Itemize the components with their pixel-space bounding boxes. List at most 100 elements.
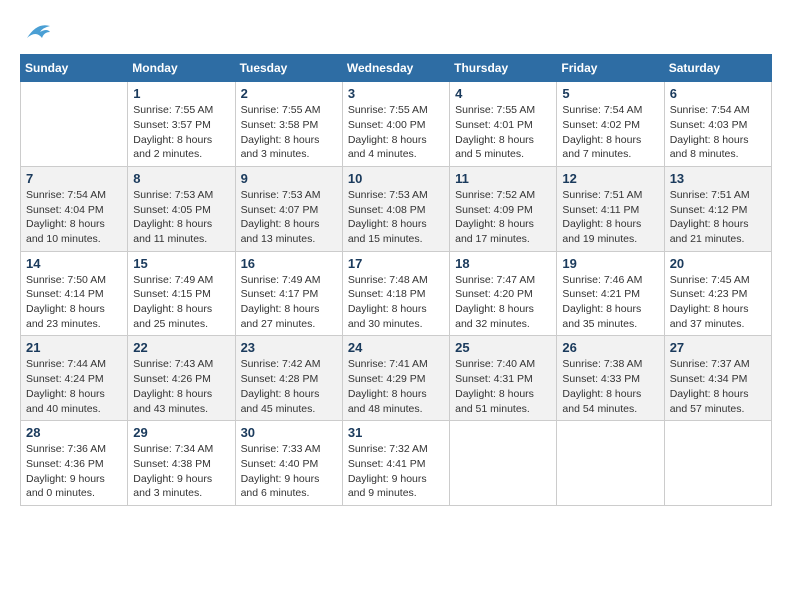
day-number: 9 — [241, 171, 337, 186]
weekday-header: Friday — [557, 55, 664, 82]
day-info: Sunrise: 7:51 AM Sunset: 4:11 PM Dayligh… — [562, 188, 658, 247]
calendar-cell: 6 Sunrise: 7:54 AM Sunset: 4:03 PM Daylig… — [664, 82, 771, 167]
day-number: 31 — [348, 425, 444, 440]
calendar-cell: 16Sunrise: 7:49 AM Sunset: 4:17 PM Dayli… — [235, 251, 342, 336]
day-info: Sunrise: 7:38 AM Sunset: 4:33 PM Dayligh… — [562, 357, 658, 416]
day-number: 5 — [562, 86, 658, 101]
day-number: 1 — [133, 86, 229, 101]
calendar-cell: 23Sunrise: 7:42 AM Sunset: 4:28 PM Dayli… — [235, 336, 342, 421]
day-number: 15 — [133, 256, 229, 271]
day-info: Sunrise: 7:44 AM Sunset: 4:24 PM Dayligh… — [26, 357, 122, 416]
calendar-week-row: 28 Sunrise: 7:36 AM Sunset: 4:36 PM Dayli… — [21, 421, 772, 506]
day-number: 17 — [348, 256, 444, 271]
day-number: 19 — [562, 256, 658, 271]
day-info: Sunrise: 7:43 AM Sunset: 4:26 PM Dayligh… — [133, 357, 229, 416]
day-number: 24 — [348, 340, 444, 355]
calendar-cell: 12 Sunrise: 7:51 AM Sunset: 4:11 PM Dayli… — [557, 166, 664, 251]
calendar-cell — [21, 82, 128, 167]
calendar-cell: 19 Sunrise: 7:46 AM Sunset: 4:21 PM Dayli… — [557, 251, 664, 336]
calendar-cell — [450, 421, 557, 506]
day-info: Sunrise: 7:36 AM Sunset: 4:36 PM Dayligh… — [26, 442, 122, 501]
day-number: 25 — [455, 340, 551, 355]
day-number: 26 — [562, 340, 658, 355]
day-info: Sunrise: 7:37 AM Sunset: 4:34 PM Dayligh… — [670, 357, 766, 416]
calendar-cell: 2 Sunrise: 7:55 AM Sunset: 3:58 PM Daylig… — [235, 82, 342, 167]
day-info: Sunrise: 7:54 AM Sunset: 4:04 PM Dayligh… — [26, 188, 122, 247]
calendar-cell — [557, 421, 664, 506]
day-number: 28 — [26, 425, 122, 440]
calendar-cell: 5 Sunrise: 7:54 AM Sunset: 4:02 PM Daylig… — [557, 82, 664, 167]
weekday-header: Saturday — [664, 55, 771, 82]
day-number: 2 — [241, 86, 337, 101]
weekday-header: Monday — [128, 55, 235, 82]
calendar-cell: 3Sunrise: 7:55 AM Sunset: 4:00 PM Daylig… — [342, 82, 449, 167]
calendar-cell — [664, 421, 771, 506]
calendar-week-row: 1 Sunrise: 7:55 AM Sunset: 3:57 PM Daylig… — [21, 82, 772, 167]
calendar-cell: 21 Sunrise: 7:44 AM Sunset: 4:24 PM Dayli… — [21, 336, 128, 421]
day-info: Sunrise: 7:54 AM Sunset: 4:03 PM Dayligh… — [670, 103, 766, 162]
calendar-header-row: SundayMondayTuesdayWednesdayThursdayFrid… — [21, 55, 772, 82]
day-info: Sunrise: 7:33 AM Sunset: 4:40 PM Dayligh… — [241, 442, 337, 501]
day-number: 4 — [455, 86, 551, 101]
day-number: 12 — [562, 171, 658, 186]
day-info: Sunrise: 7:55 AM Sunset: 4:00 PM Dayligh… — [348, 103, 444, 162]
day-info: Sunrise: 7:40 AM Sunset: 4:31 PM Dayligh… — [455, 357, 551, 416]
day-number: 16 — [241, 256, 337, 271]
day-number: 14 — [26, 256, 122, 271]
calendar-cell: 11 Sunrise: 7:52 AM Sunset: 4:09 PM Dayli… — [450, 166, 557, 251]
day-number: 20 — [670, 256, 766, 271]
calendar-cell: 22 Sunrise: 7:43 AM Sunset: 4:26 PM Dayli… — [128, 336, 235, 421]
calendar-week-row: 14 Sunrise: 7:50 AM Sunset: 4:14 PM Dayli… — [21, 251, 772, 336]
calendar-cell: 27 Sunrise: 7:37 AM Sunset: 4:34 PM Dayli… — [664, 336, 771, 421]
calendar-cell: 17 Sunrise: 7:48 AM Sunset: 4:18 PM Dayli… — [342, 251, 449, 336]
logo — [20, 20, 52, 44]
day-number: 6 — [670, 86, 766, 101]
day-number: 7 — [26, 171, 122, 186]
day-info: Sunrise: 7:52 AM Sunset: 4:09 PM Dayligh… — [455, 188, 551, 247]
day-number: 29 — [133, 425, 229, 440]
calendar-cell: 24 Sunrise: 7:41 AM Sunset: 4:29 PM Dayli… — [342, 336, 449, 421]
day-number: 18 — [455, 256, 551, 271]
calendar-cell: 25 Sunrise: 7:40 AM Sunset: 4:31 PM Dayli… — [450, 336, 557, 421]
calendar-cell: 14 Sunrise: 7:50 AM Sunset: 4:14 PM Dayli… — [21, 251, 128, 336]
calendar-cell: 29 Sunrise: 7:34 AM Sunset: 4:38 PM Dayli… — [128, 421, 235, 506]
day-number: 11 — [455, 171, 551, 186]
calendar-cell: 8Sunrise: 7:53 AM Sunset: 4:05 PM Daylig… — [128, 166, 235, 251]
day-info: Sunrise: 7:55 AM Sunset: 4:01 PM Dayligh… — [455, 103, 551, 162]
day-info: Sunrise: 7:55 AM Sunset: 3:58 PM Dayligh… — [241, 103, 337, 162]
day-number: 22 — [133, 340, 229, 355]
day-number: 13 — [670, 171, 766, 186]
day-info: Sunrise: 7:34 AM Sunset: 4:38 PM Dayligh… — [133, 442, 229, 501]
day-info: Sunrise: 7:48 AM Sunset: 4:18 PM Dayligh… — [348, 273, 444, 332]
day-number: 27 — [670, 340, 766, 355]
day-info: Sunrise: 7:53 AM Sunset: 4:07 PM Dayligh… — [241, 188, 337, 247]
day-number: 8 — [133, 171, 229, 186]
calendar-cell: 28 Sunrise: 7:36 AM Sunset: 4:36 PM Dayli… — [21, 421, 128, 506]
day-info: Sunrise: 7:54 AM Sunset: 4:02 PM Dayligh… — [562, 103, 658, 162]
day-info: Sunrise: 7:45 AM Sunset: 4:23 PM Dayligh… — [670, 273, 766, 332]
calendar-cell: 31 Sunrise: 7:32 AM Sunset: 4:41 PM Dayli… — [342, 421, 449, 506]
calendar-table: SundayMondayTuesdayWednesdayThursdayFrid… — [20, 54, 772, 506]
day-info: Sunrise: 7:50 AM Sunset: 4:14 PM Dayligh… — [26, 273, 122, 332]
calendar-cell: 15 Sunrise: 7:49 AM Sunset: 4:15 PM Dayli… — [128, 251, 235, 336]
day-info: Sunrise: 7:32 AM Sunset: 4:41 PM Dayligh… — [348, 442, 444, 501]
calendar-cell: 10Sunrise: 7:53 AM Sunset: 4:08 PM Dayli… — [342, 166, 449, 251]
calendar-cell: 7 Sunrise: 7:54 AM Sunset: 4:04 PM Daylig… — [21, 166, 128, 251]
day-info: Sunrise: 7:47 AM Sunset: 4:20 PM Dayligh… — [455, 273, 551, 332]
calendar-cell: 13Sunrise: 7:51 AM Sunset: 4:12 PM Dayli… — [664, 166, 771, 251]
day-number: 10 — [348, 171, 444, 186]
day-info: Sunrise: 7:55 AM Sunset: 3:57 PM Dayligh… — [133, 103, 229, 162]
day-number: 30 — [241, 425, 337, 440]
calendar-cell: 26 Sunrise: 7:38 AM Sunset: 4:33 PM Dayli… — [557, 336, 664, 421]
calendar-week-row: 21 Sunrise: 7:44 AM Sunset: 4:24 PM Dayli… — [21, 336, 772, 421]
weekday-header: Sunday — [21, 55, 128, 82]
day-number: 23 — [241, 340, 337, 355]
day-info: Sunrise: 7:46 AM Sunset: 4:21 PM Dayligh… — [562, 273, 658, 332]
day-number: 21 — [26, 340, 122, 355]
day-info: Sunrise: 7:49 AM Sunset: 4:15 PM Dayligh… — [133, 273, 229, 332]
calendar-week-row: 7 Sunrise: 7:54 AM Sunset: 4:04 PM Daylig… — [21, 166, 772, 251]
day-info: Sunrise: 7:41 AM Sunset: 4:29 PM Dayligh… — [348, 357, 444, 416]
calendar-cell: 4 Sunrise: 7:55 AM Sunset: 4:01 PM Daylig… — [450, 82, 557, 167]
weekday-header: Thursday — [450, 55, 557, 82]
weekday-header: Wednesday — [342, 55, 449, 82]
